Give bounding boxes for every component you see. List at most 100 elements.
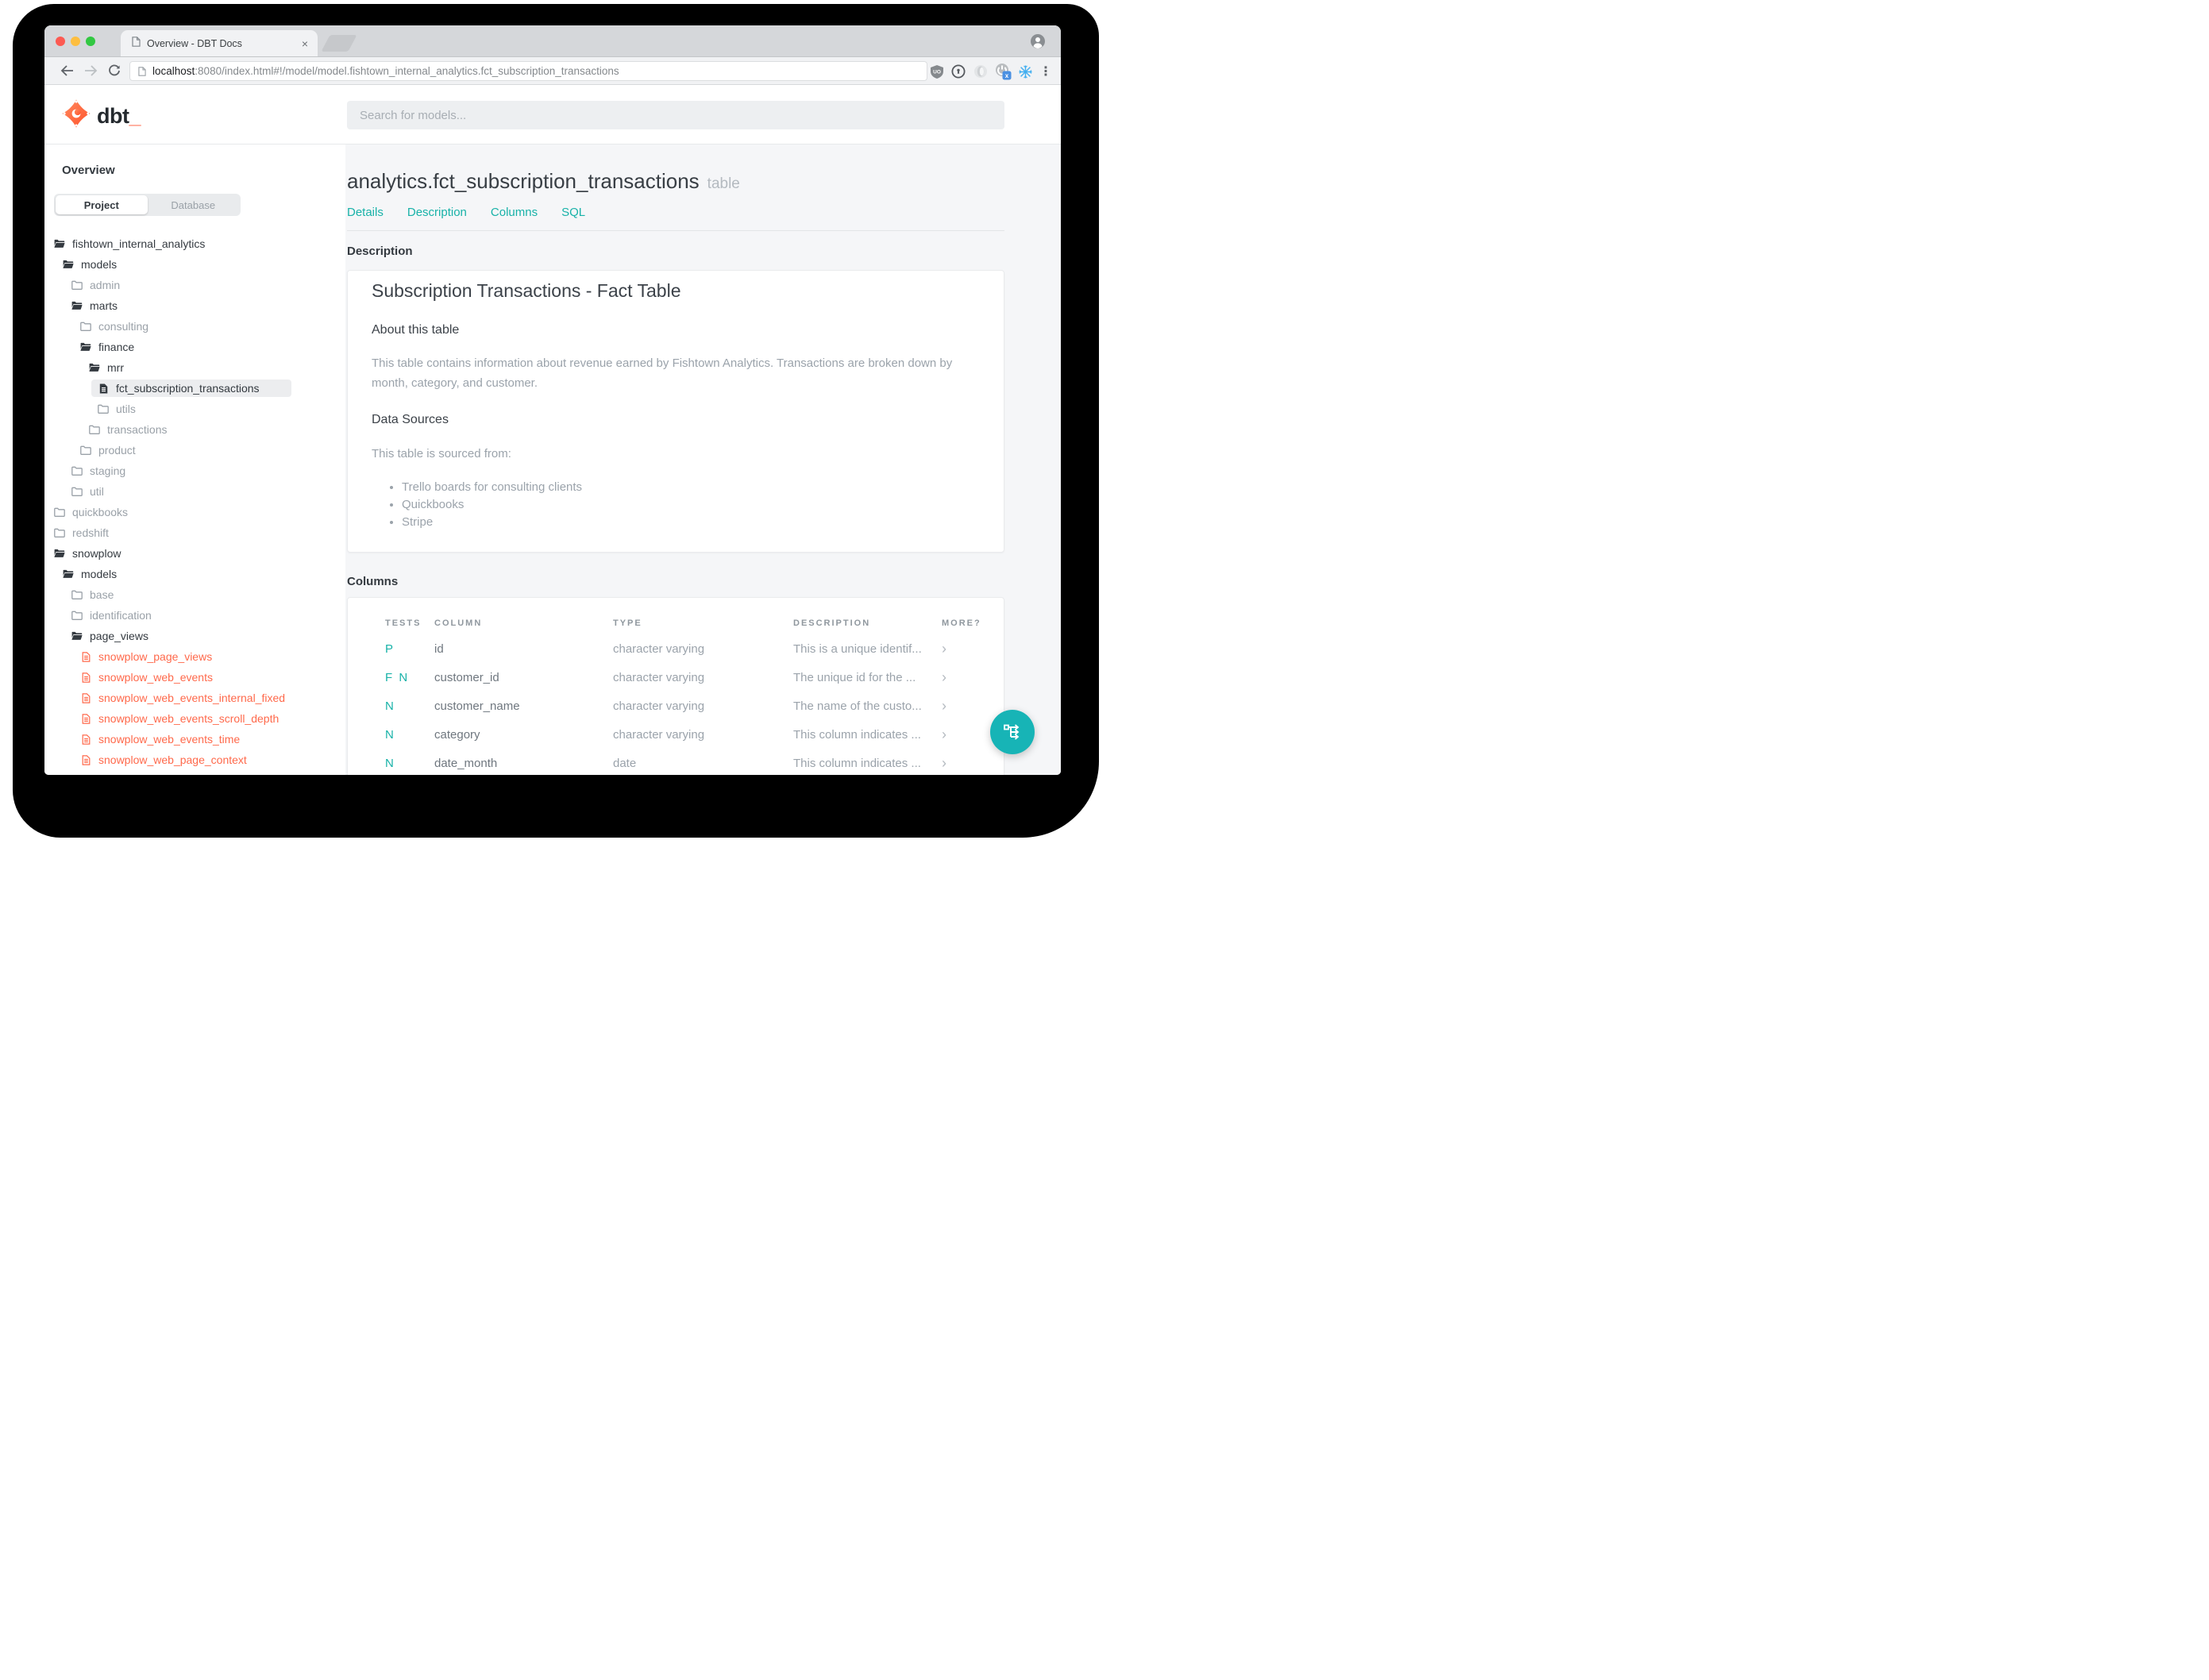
- ublock-extension-icon[interactable]: UO: [927, 61, 947, 82]
- tree-item[interactable]: transactions: [44, 419, 345, 440]
- onepassword-extension-icon[interactable]: [948, 61, 969, 82]
- model-nav-link[interactable]: SQL: [561, 206, 585, 219]
- expand-row-chevron-icon[interactable]: ›: [942, 642, 1004, 656]
- refresh-button[interactable]: [105, 61, 124, 80]
- file-icon: [80, 713, 91, 724]
- expand-row-chevron-icon[interactable]: ›: [942, 756, 1004, 770]
- about-text: This table contains information about re…: [372, 356, 953, 390]
- columns-table-body: P id character varying This is a unique …: [348, 634, 1004, 775]
- table-row[interactable]: F N customer_id character varying The un…: [348, 663, 1004, 692]
- main-content: analytics.fct_subscription_transactions t…: [345, 144, 1061, 775]
- lineage-graph-button[interactable]: [990, 710, 1035, 754]
- tree-item[interactable]: models: [44, 254, 345, 275]
- power-extension-icon[interactable]: x: [993, 61, 1013, 82]
- tree-item-label: snowplow_web_events_scroll_depth: [98, 712, 279, 725]
- tree-item[interactable]: product: [44, 440, 345, 460]
- folder-icon: [54, 507, 65, 517]
- column-description: The unique id for the ...: [793, 670, 916, 684]
- browser-menu-icon[interactable]: ⋮: [1035, 61, 1056, 82]
- folder-open-icon: [54, 549, 65, 558]
- new-tab-button[interactable]: [321, 35, 357, 52]
- tree-item-label: transactions: [107, 423, 168, 436]
- tree-item[interactable]: base: [44, 584, 345, 605]
- tree-item-label: snowplow_page_views: [98, 650, 213, 663]
- tree-item[interactable]: snowplow_web_events: [44, 667, 345, 688]
- table-row[interactable]: P id character varying This is a unique …: [348, 634, 1004, 663]
- tree-item[interactable]: snowplow_web_events_time: [44, 729, 345, 749]
- model-nav-link[interactable]: Columns: [491, 206, 538, 219]
- tree-item[interactable]: page_views: [44, 626, 345, 646]
- minimize-window-button[interactable]: [71, 37, 80, 46]
- table-row[interactable]: N category character varying This column…: [348, 720, 1004, 749]
- tree-item[interactable]: staging: [44, 460, 345, 481]
- source-item: Stripe: [402, 514, 582, 531]
- tree-item[interactable]: fishtown_internal_analytics: [44, 233, 345, 254]
- page-title-suffix: table: [707, 175, 740, 192]
- browser-window: Overview - DBT Docs × localhost:8080/ind…: [44, 25, 1061, 775]
- folder-icon: [98, 404, 109, 414]
- zoom-window-button[interactable]: [86, 37, 95, 46]
- folder-open-icon: [71, 631, 83, 641]
- snowflake-extension-icon[interactable]: [1015, 61, 1035, 82]
- model-nav-link[interactable]: Description: [407, 206, 467, 219]
- tree-item-label: admin: [90, 279, 121, 291]
- tree-item[interactable]: utils: [44, 399, 345, 419]
- search-input[interactable]: [347, 101, 1004, 129]
- forward-button[interactable]: [81, 61, 100, 80]
- table-row[interactable]: N date_month date This column indicates …: [348, 749, 1004, 775]
- tree-item[interactable]: snowplow_web_events_internal_fixed: [44, 688, 345, 708]
- tab-project[interactable]: Project: [56, 195, 148, 214]
- tree-item[interactable]: quickbooks: [44, 502, 345, 522]
- tab-database[interactable]: Database: [148, 195, 240, 214]
- app-header: dbt _: [44, 85, 1061, 144]
- tree-item[interactable]: redshift: [44, 522, 345, 543]
- tree-item-label: snowplow_web_events_internal_fixed: [98, 692, 286, 704]
- folder-icon: [80, 322, 91, 331]
- tree-item-label: snowplow_web_page_context: [98, 753, 247, 766]
- tree-item[interactable]: finance: [44, 337, 345, 357]
- folder-open-icon: [71, 301, 83, 310]
- tree-item[interactable]: snowplow_page_views: [44, 646, 345, 667]
- tree-item[interactable]: snowplow_web_events_scroll_depth: [44, 708, 345, 729]
- divider: [347, 230, 1004, 231]
- column-name: customer_name: [434, 699, 520, 713]
- tree-item-label: fct_subscription_transactions: [116, 382, 260, 395]
- tree-item[interactable]: models: [44, 564, 345, 584]
- browser-tab[interactable]: Overview - DBT Docs ×: [121, 30, 318, 56]
- tree-item-label: models: [81, 568, 118, 580]
- tree-item[interactable]: marts: [44, 295, 345, 316]
- expand-row-chevron-icon[interactable]: ›: [942, 699, 1004, 713]
- folder-open-icon: [63, 260, 74, 269]
- tree-item[interactable]: identification: [44, 605, 345, 626]
- close-window-button[interactable]: [56, 37, 65, 46]
- profile-avatar-icon[interactable]: [1031, 34, 1045, 48]
- tree-item[interactable]: consulting: [44, 316, 345, 337]
- sources-intro: This table is sourced from:: [372, 447, 511, 460]
- tree-item[interactable]: snowplow: [44, 543, 345, 564]
- folder-icon: [71, 487, 83, 496]
- tree-item-label: mrr: [107, 361, 124, 374]
- table-row[interactable]: N customer_name character varying The na…: [348, 692, 1004, 720]
- column-name: id: [434, 642, 444, 656]
- model-nav-link[interactable]: Details: [347, 206, 384, 219]
- model-nav: Details Description Columns SQL: [347, 206, 585, 219]
- columns-section-heading: Columns: [347, 575, 399, 588]
- tree-item[interactable]: util: [44, 481, 345, 502]
- svg-text:UO: UO: [933, 69, 941, 75]
- expand-row-chevron-icon[interactable]: ›: [942, 670, 1004, 684]
- dbt-logo-icon: [62, 99, 91, 128]
- tree-item[interactable]: admin: [44, 275, 345, 295]
- tab-close-icon[interactable]: ×: [300, 38, 310, 49]
- url-bar[interactable]: localhost:8080/index.html#!/model/model.…: [129, 61, 927, 81]
- tree-item-label: redshift: [72, 526, 109, 539]
- folder-icon: [89, 425, 100, 434]
- back-button[interactable]: [57, 61, 76, 80]
- tree-item[interactable]: fct_subscription_transactions: [44, 378, 345, 399]
- columns-table-header: TESTS COLUMN TYPE DESCRIPTION MORE?: [385, 618, 981, 628]
- opera-extension-icon[interactable]: [970, 61, 991, 82]
- tree-item[interactable]: snowplow_web_page_context: [44, 749, 345, 770]
- folder-icon: [71, 466, 83, 476]
- tests-badge: F N: [385, 670, 410, 684]
- tree-item[interactable]: mrr: [44, 357, 345, 378]
- sidebar-overview-link[interactable]: Overview: [62, 164, 115, 177]
